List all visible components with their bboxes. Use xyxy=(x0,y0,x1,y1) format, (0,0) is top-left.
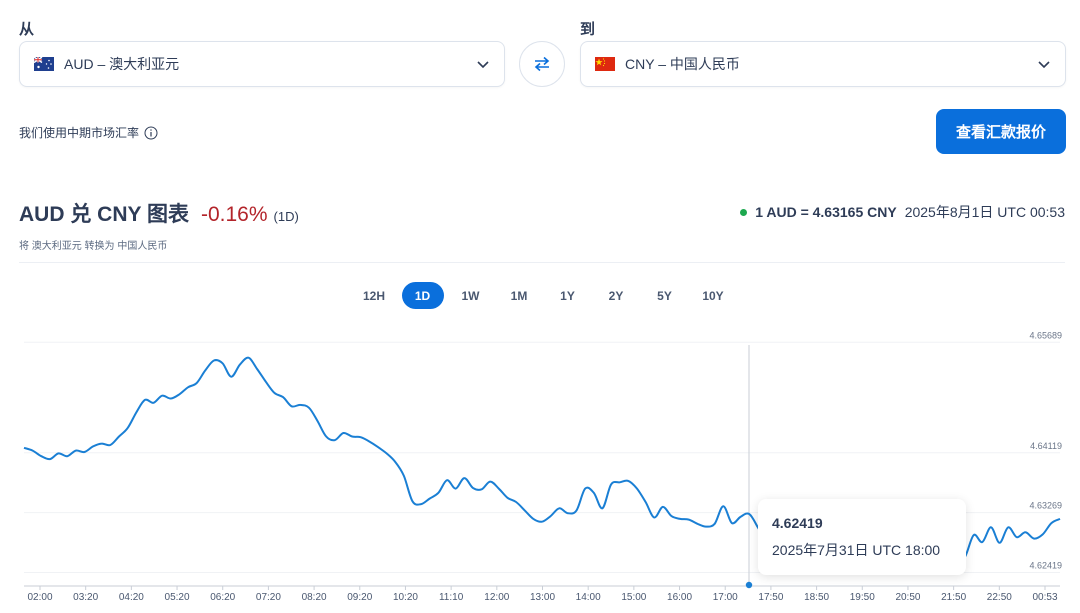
change-percent: -0.16% xyxy=(200,203,268,226)
tab-1y[interactable]: 1Y xyxy=(544,282,592,309)
x-tick-label: 17:00 xyxy=(713,592,738,603)
hover-point xyxy=(745,581,753,589)
x-tick-label: 05:20 xyxy=(165,592,190,603)
australia-flag-icon xyxy=(34,57,54,71)
tab-12h[interactable]: 12H xyxy=(350,282,398,309)
to-currency-value: CNY – 中国人民币 xyxy=(625,56,740,72)
x-tick-label: 20:50 xyxy=(895,592,920,603)
change-period: (1D) xyxy=(273,209,299,224)
mid-market-note-text: 我们使用中期市场汇率 xyxy=(19,126,140,140)
x-tick-label: 11:10 xyxy=(439,592,464,603)
x-axis-labels: 02:00 03:20 04:20 05:20 06:20 07:20 08:20 09:20… xyxy=(27,586,1058,603)
swap-currencies-button[interactable] xyxy=(519,41,565,87)
x-tick-label: 03:20 xyxy=(73,592,98,603)
view-transfer-quote-button[interactable]: 查看汇款报价 xyxy=(936,109,1066,154)
range-tabs: 12H 1D 1W 1M 1Y 2Y 5Y 10Y xyxy=(350,282,738,309)
chart-subtitle: 将 澳大利亚元 转换为 中国人民币 xyxy=(19,241,168,252)
from-currency-value: AUD – 澳大利亚元 xyxy=(64,56,180,72)
chevron-down-icon xyxy=(477,61,489,69)
chart-title: AUD 兑 CNY 图表 -0.16% (1D) xyxy=(19,198,299,228)
x-tick-label: 04:20 xyxy=(119,592,144,603)
y-tick-label: 4.62419 xyxy=(1029,560,1062,570)
tooltip-time: 2025年7月31日 UTC 18:00 xyxy=(772,542,941,558)
info-icon[interactable] xyxy=(144,126,158,140)
y-tick-label: 4.63269 xyxy=(1029,501,1062,511)
chart-tooltip: 4.62419 2025年7月31日 UTC 18:00 xyxy=(758,499,966,575)
x-tick-label: 17:50 xyxy=(758,592,783,603)
x-tick-label: 12:00 xyxy=(484,592,509,603)
x-tick-label: 18:50 xyxy=(804,592,829,603)
tab-10y[interactable]: 10Y xyxy=(689,282,737,309)
x-tick-label: 00:53 xyxy=(1032,592,1057,603)
tab-1m[interactable]: 1M xyxy=(495,282,543,309)
china-flag-icon xyxy=(595,57,615,71)
live-rate: 1 AUD = 4.63165 CNY 2025年8月1日 UTC 00:53 xyxy=(740,202,1065,222)
x-tick-label: 14:00 xyxy=(576,592,601,603)
mid-market-note: 我们使用中期市场汇率 xyxy=(19,124,158,141)
x-tick-label: 19:50 xyxy=(850,592,875,603)
y-tick-label: 4.64119 xyxy=(1030,441,1062,451)
tab-1d[interactable]: 1D xyxy=(401,282,444,309)
y-tick-label: 4.65689 xyxy=(1029,330,1062,340)
rate-timestamp: 2025年8月1日 UTC 00:53 xyxy=(904,204,1065,220)
x-tick-label: 06:20 xyxy=(210,592,235,603)
rate-value: 1 AUD = 4.63165 CNY xyxy=(755,204,897,220)
live-dot-icon xyxy=(740,208,748,216)
from-label: 从 xyxy=(19,21,35,38)
x-tick-label: 08:20 xyxy=(302,592,327,603)
y-axis-labels: 4.65689 4.64119 4.63269 4.62419 xyxy=(1029,330,1062,570)
x-tick-label: 13:00 xyxy=(530,592,555,603)
tab-1w[interactable]: 1W xyxy=(447,282,495,309)
from-currency-select[interactable]: AUD – 澳大利亚元 xyxy=(19,41,505,87)
divider xyxy=(19,262,1065,263)
chart-title-text: AUD 兑 CNY 图表 xyxy=(19,203,189,226)
tab-5y[interactable]: 5Y xyxy=(641,282,689,309)
swap-arrows-icon xyxy=(534,56,550,72)
to-currency-select[interactable]: CNY – 中国人民币 xyxy=(580,41,1066,87)
x-tick-label: 15:00 xyxy=(621,592,646,603)
to-label: 到 xyxy=(580,21,596,38)
x-tick-label: 16:00 xyxy=(667,592,692,603)
x-tick-label: 09:20 xyxy=(347,592,372,603)
chevron-down-icon xyxy=(1038,61,1050,69)
tooltip-value: 4.62419 xyxy=(772,515,823,531)
x-tick-label: 02:00 xyxy=(27,592,52,603)
x-tick-label: 07:20 xyxy=(256,592,281,603)
x-tick-label: 10:20 xyxy=(393,592,418,603)
tab-2y[interactable]: 2Y xyxy=(592,282,640,309)
x-tick-label: 21:50 xyxy=(941,592,966,603)
x-tick-label: 22:50 xyxy=(987,592,1012,603)
